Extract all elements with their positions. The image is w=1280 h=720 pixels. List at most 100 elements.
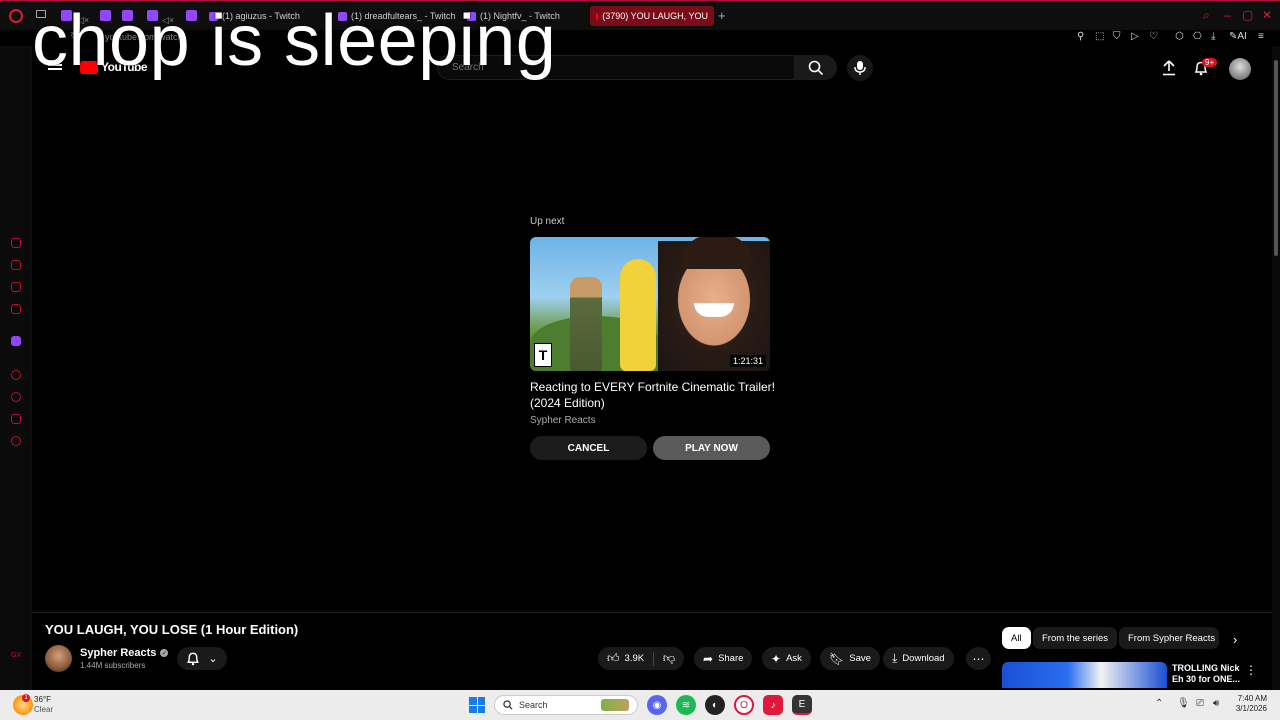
esrb-rating-badge: T <box>534 343 552 367</box>
microphone-icon <box>854 61 866 75</box>
channel-avatar[interactable] <box>45 645 72 672</box>
heart-icon[interactable]: ♡ <box>1149 31 1158 42</box>
scrollbar-thumb[interactable] <box>1274 60 1278 256</box>
pin-icon[interactable]: ⚲ <box>1077 31 1084 42</box>
taskbar-search[interactable]: Search <box>494 695 638 715</box>
tab-label: (3790) YOU LAUGH, YOU <box>602 11 708 21</box>
menu-icon[interactable]: ≡ <box>1258 31 1264 42</box>
stream-overlay-text: chop is sleeping <box>32 1 557 81</box>
tiktok-icon[interactable]: ♪ <box>763 695 783 715</box>
chip-from-channel[interactable]: From Sypher Reacts <box>1119 627 1219 649</box>
tab-youtube-active[interactable]: (3790) YOU LAUGH, YOU <box>590 6 714 26</box>
discord-icon[interactable]: ◉ <box>647 695 667 715</box>
share-button[interactable]: ➦ Share <box>694 647 753 670</box>
like-button[interactable]: 👍︎ <box>607 651 620 666</box>
verified-icon: ✓ <box>160 649 169 657</box>
search-button[interactable] <box>795 55 837 80</box>
steam-icon[interactable]: ◐ <box>705 695 725 715</box>
sidebar-player-icon[interactable] <box>11 370 21 380</box>
download-icon[interactable]: ⤓ <box>1211 31 1215 42</box>
bell-icon <box>187 652 200 666</box>
clock-date[interactable]: 3/1/2026 <box>1225 704 1267 713</box>
player-divider <box>32 612 1272 613</box>
shield-icon[interactable]: ⛉ <box>1113 31 1121 42</box>
windows-logo-pane <box>469 697 477 705</box>
share-label: Share <box>718 653 744 664</box>
sidebar-history-icon[interactable] <box>11 392 21 402</box>
sparkle-icon: ✦ <box>771 651 782 666</box>
account-avatar[interactable] <box>1229 58 1251 80</box>
chip-all[interactable]: All <box>1002 627 1031 649</box>
aria-ai-button[interactable]: ✎AI <box>1229 31 1247 42</box>
dislike-button[interactable]: 👎︎ <box>663 651 675 666</box>
more-icon: ⋯ <box>972 651 985 666</box>
sidebar-settings-icon[interactable] <box>11 436 21 446</box>
recommendation-title[interactable]: TROLLING Nick Eh 30 for ONE... <box>1172 663 1248 685</box>
download-label: Download <box>902 653 945 664</box>
download-button[interactable]: ⤓ Download <box>883 647 954 670</box>
weather-badge: 1 <box>22 694 30 702</box>
download-icon: ⤓ <box>892 651 898 665</box>
up-next-title[interactable]: Reacting to EVERY Fortnite Cinematic Tra… <box>530 379 775 411</box>
more-actions-button[interactable]: ⋯ <box>966 647 991 670</box>
upload-icon <box>1163 60 1175 76</box>
ask-button[interactable]: ✦ Ask <box>762 647 811 670</box>
opera-gx-icon[interactable]: O <box>734 695 754 715</box>
like-divider <box>653 651 654 666</box>
notification-badge: 9+ <box>1202 58 1218 67</box>
weather-condition[interactable]: Clear <box>34 705 53 714</box>
play-now-button[interactable]: PLAY NOW <box>653 436 770 460</box>
sidebar-gx-icon[interactable]: GX <box>11 652 21 662</box>
up-next-channel[interactable]: Sypher Reacts <box>530 415 596 426</box>
search-icon <box>808 60 824 75</box>
snapshot-icon[interactable]: ⬚ <box>1095 31 1104 42</box>
maximize-button[interactable]: ▢ <box>1242 8 1253 22</box>
windows-logo-pane <box>469 705 477 713</box>
page-scrollbar[interactable] <box>1272 46 1280 690</box>
windows-logo-pane <box>477 697 485 705</box>
windows-start-button[interactable] <box>469 697 485 713</box>
channel-name-row[interactable]: Sypher Reacts ✓ <box>80 647 169 659</box>
spotify-icon[interactable]: ≋ <box>676 695 696 715</box>
like-count[interactable]: 3.9K <box>625 653 645 664</box>
minimize-button[interactable]: – <box>1224 8 1231 22</box>
subscription-bell-button[interactable]: ⌄ <box>177 647 227 670</box>
save-label: Save <box>849 653 871 664</box>
youtube-icon <box>596 12 599 20</box>
player-icon[interactable]: ▷ <box>1131 31 1139 42</box>
chevron-down-icon: ⌄ <box>208 653 218 665</box>
recommendation-menu-icon[interactable]: ⋮ <box>1245 663 1257 677</box>
new-tab-button[interactable]: + <box>718 8 726 23</box>
sidebar-messenger-icon[interactable] <box>11 260 21 270</box>
thumbnail-banana-character <box>620 259 656 371</box>
sidebar-mail-icon[interactable] <box>11 304 21 314</box>
chip-from-series[interactable]: From the series <box>1033 627 1117 649</box>
save-button[interactable]: 🔖︎ Save <box>820 647 880 670</box>
sidebar-aria-icon[interactable] <box>11 238 21 248</box>
clock-time[interactable]: 7:40 AM <box>1231 694 1267 703</box>
wallet-icon[interactable]: ⎔ <box>1193 31 1202 42</box>
opera-logo-icon[interactable] <box>9 9 23 23</box>
upload-button[interactable] <box>1159 58 1179 78</box>
epic-games-icon[interactable]: E <box>792 695 812 715</box>
close-window-button[interactable]: ✕ <box>1262 8 1272 22</box>
up-next-label: Up next <box>530 216 565 227</box>
weather-temperature[interactable]: 36°F <box>34 695 51 704</box>
chevron-right-icon[interactable]: › <box>1233 632 1237 647</box>
sidebar-whatsapp-icon[interactable] <box>11 282 21 292</box>
cancel-button[interactable]: CANCEL <box>530 436 647 460</box>
network-icon[interactable]: ⎚ <box>1196 698 1204 709</box>
thumbnail-soldier <box>570 277 602 371</box>
windows-logo-pane <box>477 705 485 713</box>
microphone-icon[interactable]: 🎙︎ <box>1177 698 1190 709</box>
sidebar-twitch-icon[interactable] <box>11 336 21 346</box>
channel-name[interactable]: Sypher Reacts <box>80 647 156 659</box>
tray-overflow-icon[interactable]: ⌃ <box>1155 698 1163 709</box>
voice-search-button[interactable] <box>847 55 873 81</box>
volume-icon[interactable]: 🔊︎ <box>1213 698 1219 709</box>
extensions-icon[interactable]: ⬡ <box>1175 31 1184 42</box>
search-tabs-icon[interactable]: ⌕ <box>1203 8 1210 23</box>
sidebar-pinboard-icon[interactable] <box>11 414 21 424</box>
up-next-thumbnail[interactable]: T 1:21:31 <box>530 237 770 371</box>
recommendation-thumbnail[interactable] <box>1002 662 1167 688</box>
